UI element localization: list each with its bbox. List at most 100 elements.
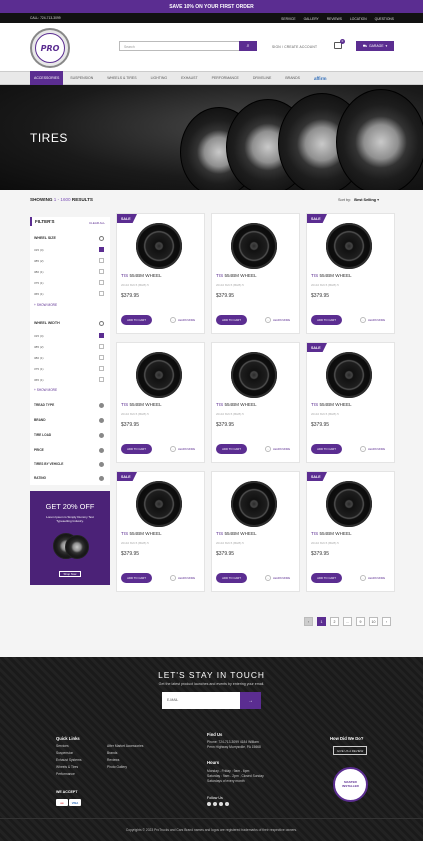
footer-link[interactable]: Services bbox=[56, 743, 81, 750]
product-name[interactable]: TIS 554BM WHEEL bbox=[311, 402, 352, 407]
top-link-location[interactable]: LOCATION bbox=[350, 17, 367, 21]
footer-link[interactable]: After Market Accessories bbox=[107, 743, 143, 750]
add-to-cart-button[interactable]: ADD TO CART bbox=[216, 444, 247, 454]
top-link-gallery[interactable]: GALLERY bbox=[304, 17, 319, 21]
add-to-cart-button[interactable]: ADD TO CART bbox=[121, 444, 152, 454]
filter-option[interactable]: 375 (1) bbox=[34, 367, 44, 371]
nav-item-suspension[interactable]: SUSPENSION bbox=[63, 71, 100, 85]
filter-section-wheel-size[interactable]: WHEEL SIZE bbox=[34, 236, 56, 240]
clear-all-link[interactable]: CLEAR ALL bbox=[89, 221, 105, 225]
wheel-image[interactable] bbox=[326, 352, 372, 398]
learn-more-link[interactable]: › LEARN MORE bbox=[360, 446, 385, 452]
filter-checkbox[interactable] bbox=[99, 247, 104, 252]
product-card[interactable]: TIS 554BM WHEEL 20x10 8x6.5 (BHB) 5 $379.9… bbox=[211, 471, 300, 592]
wheel-image[interactable] bbox=[231, 481, 277, 527]
add-to-cart-button[interactable]: ADD TO CART bbox=[311, 444, 342, 454]
wheel-image[interactable] bbox=[231, 352, 277, 398]
product-name[interactable]: TIS 554BM WHEEL bbox=[121, 531, 162, 536]
nav-item-performance[interactable]: PERFORMANCE bbox=[205, 71, 246, 85]
product-name[interactable]: TIS 554BM WHEEL bbox=[121, 273, 162, 278]
filter-section-tires-by-vehicle[interactable]: TIRES BY VEHICLE bbox=[34, 462, 63, 466]
product-name[interactable]: TIS 554BM WHEEL bbox=[311, 273, 352, 278]
filter-checkbox[interactable] bbox=[99, 258, 104, 263]
pinterest-icon[interactable] bbox=[225, 802, 229, 806]
filter-option[interactable]: 385 (2) bbox=[34, 345, 44, 349]
sort-control[interactable]: Sort by: Best Selling ▾ bbox=[338, 197, 379, 202]
product-card[interactable]: TIS 554BM WHEEL 20x10 8x6.5 (BHB) 5 $379.9… bbox=[211, 213, 300, 334]
footer-link[interactable]: Suspension bbox=[56, 750, 81, 757]
product-name[interactable]: TIS 554BM WHEEL bbox=[216, 531, 257, 536]
shop-now-button[interactable]: Shop Now bbox=[59, 571, 81, 577]
nav-item-accessories[interactable]: ACCESSORIES bbox=[30, 71, 64, 85]
top-link-questions[interactable]: QUESTIONS bbox=[375, 17, 394, 21]
collapse-icon[interactable] bbox=[99, 236, 104, 241]
wheel-image[interactable] bbox=[326, 223, 372, 269]
expand-icon[interactable] bbox=[99, 403, 104, 408]
filter-checkbox[interactable] bbox=[99, 377, 104, 382]
page-prev[interactable]: ‹ bbox=[304, 617, 313, 626]
expand-icon[interactable] bbox=[99, 448, 104, 453]
learn-more-link[interactable]: › LEARN MORE bbox=[170, 446, 195, 452]
filter-option[interactable]: 385 (2) bbox=[34, 259, 44, 263]
filter-section-price[interactable]: PRICE bbox=[34, 448, 44, 452]
facebook-icon[interactable] bbox=[207, 802, 211, 806]
learn-more-link[interactable]: › LEARN MORE bbox=[265, 317, 290, 323]
filter-option[interactable]: 365 (1) bbox=[34, 378, 44, 382]
learn-more-link[interactable]: › LEARN MORE bbox=[265, 575, 290, 581]
footer-phone[interactable]: Phone: 724-713-3099 bbox=[207, 740, 240, 744]
filter-checkbox[interactable] bbox=[99, 366, 104, 371]
filter-option[interactable]: 315 (4) bbox=[34, 248, 44, 252]
filter-checkbox[interactable] bbox=[99, 344, 104, 349]
product-card[interactable]: SALE TIS 554BM WHEEL 20x10 8x6.5 (BHB) 5 $3… bbox=[306, 213, 395, 334]
filter-checkbox[interactable] bbox=[99, 291, 104, 296]
filter-section-brand[interactable]: BRAND bbox=[34, 418, 46, 422]
product-name[interactable]: TIS 554BM WHEEL bbox=[311, 531, 352, 536]
filter-checkbox[interactable] bbox=[99, 355, 104, 360]
footer-link[interactable]: Performance bbox=[56, 771, 81, 778]
filter-checkbox[interactable] bbox=[99, 280, 104, 285]
email-input[interactable]: E-MAIL bbox=[162, 692, 240, 709]
product-card[interactable]: TIS 554BM WHEEL 20x10 8x6.5 (BHB) 5 $379.9… bbox=[211, 342, 300, 463]
product-name[interactable]: TIS 554BM WHEEL bbox=[216, 402, 257, 407]
add-to-cart-button[interactable]: ADD TO CART bbox=[121, 573, 152, 583]
page-number[interactable]: 10 bbox=[369, 617, 378, 626]
product-name[interactable]: TIS 554BM WHEEL bbox=[121, 402, 162, 407]
filter-option[interactable]: 365 (1) bbox=[34, 292, 44, 296]
add-to-cart-button[interactable]: ADD TO CART bbox=[216, 315, 247, 325]
nav-item-exhaust[interactable]: EXHAUST bbox=[174, 71, 205, 85]
expand-icon[interactable] bbox=[99, 476, 104, 481]
filter-checkbox[interactable] bbox=[99, 269, 104, 274]
show-more-link[interactable]: + SHOW MORE bbox=[34, 388, 57, 392]
expand-icon[interactable] bbox=[99, 433, 104, 438]
show-more-link[interactable]: + SHOW MORE bbox=[34, 303, 57, 307]
add-to-cart-button[interactable]: ADD TO CART bbox=[216, 573, 247, 583]
page-number[interactable]: 2 bbox=[330, 617, 339, 626]
product-card[interactable]: TIS 554BM WHEEL 20x10 8x6.5 (BHB) 5 $379.9… bbox=[116, 342, 205, 463]
search-button[interactable]: ⌕ bbox=[239, 41, 257, 51]
product-card[interactable]: SALE TIS 554BM WHEEL 20x10 8x6.5 (BHB) 5 $3… bbox=[116, 213, 205, 334]
product-card[interactable]: SALE TIS 554BM WHEEL 20x10 8x6.5 (BHB) 5 $3… bbox=[306, 342, 395, 463]
learn-more-link[interactable]: › LEARN MORE bbox=[360, 317, 385, 323]
nav-item-lighting[interactable]: LIGHTING bbox=[144, 71, 175, 85]
wheel-image[interactable] bbox=[136, 223, 182, 269]
filter-option[interactable]: 375 (1) bbox=[34, 281, 44, 285]
top-link-reviews[interactable]: REVIEWS bbox=[327, 17, 342, 21]
learn-more-link[interactable]: › LEARN MORE bbox=[265, 446, 290, 452]
footer-link[interactable]: Photo Gallery bbox=[107, 764, 143, 771]
garage-button[interactable]: ⛟ GARAGE ▾ bbox=[356, 41, 394, 51]
page-number[interactable]: 1 bbox=[317, 617, 326, 626]
filter-checkbox[interactable] bbox=[99, 333, 104, 338]
learn-more-link[interactable]: › LEARN MORE bbox=[170, 575, 195, 581]
learn-more-link[interactable]: › LEARN MORE bbox=[170, 317, 195, 323]
product-card[interactable]: SALE TIS 554BM WHEEL 20x10 8x6.5 (BHB) 5 $3… bbox=[306, 471, 395, 592]
subscribe-button[interactable]: → bbox=[240, 692, 261, 709]
nav-item-brands[interactable]: BRANDS bbox=[278, 71, 307, 85]
affirm-logo[interactable]: affirm bbox=[307, 71, 334, 85]
page-number[interactable]: 9 bbox=[356, 617, 365, 626]
product-name[interactable]: TIS 554BM WHEEL bbox=[216, 273, 257, 278]
add-to-cart-button[interactable]: ADD TO CART bbox=[311, 573, 342, 583]
page-next[interactable]: › bbox=[382, 617, 391, 626]
search-input[interactable]: Search ⌕ bbox=[119, 41, 257, 51]
wheel-image[interactable] bbox=[231, 223, 277, 269]
add-to-cart-button[interactable]: ADD TO CART bbox=[311, 315, 342, 325]
